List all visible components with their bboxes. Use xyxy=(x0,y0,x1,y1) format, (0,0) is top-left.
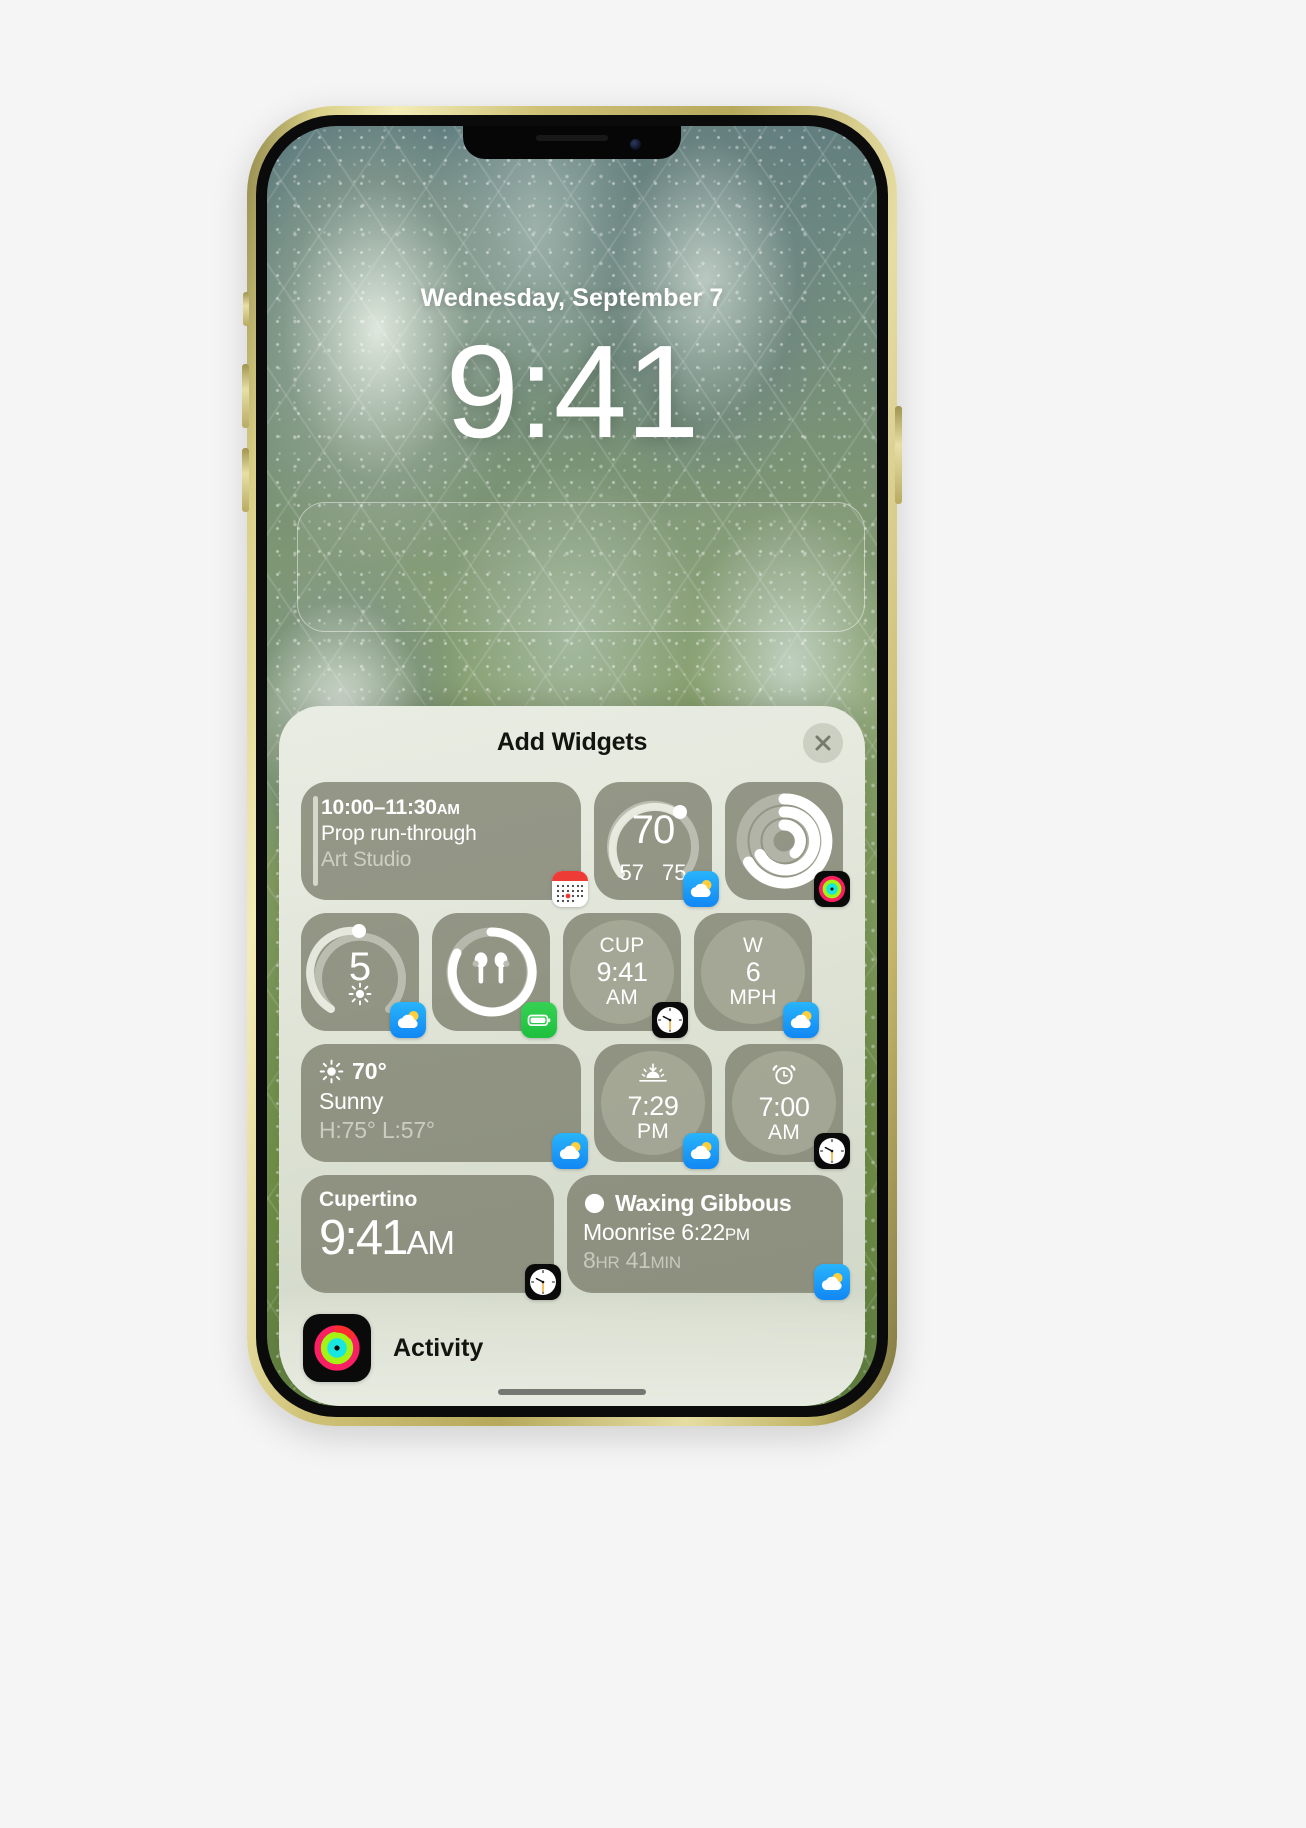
widget-alarm[interactable]: 7:00 AM xyxy=(725,1044,850,1169)
home-indicator[interactable] xyxy=(498,1389,646,1395)
app-name-label: Activity xyxy=(393,1333,484,1362)
cloud-sun-glyph xyxy=(690,880,712,897)
temperature-current: 70 xyxy=(631,808,676,852)
widget-moon-phase[interactable]: Waxing Gibbous Moonrise 6:22PM 8HR 41MIN xyxy=(567,1175,850,1300)
widget-slot-placeholder[interactable] xyxy=(297,502,865,632)
moon-duration-row: 8HR 41MIN xyxy=(583,1247,681,1273)
weather-app-icon xyxy=(683,1133,719,1169)
alarm-clock-glyph xyxy=(772,1065,796,1085)
silent-switch[interactable] xyxy=(243,292,249,326)
weather-temperature-row: 70° xyxy=(319,1058,563,1085)
widget-airpods-battery[interactable] xyxy=(432,913,557,1038)
fitness-rings-glyph xyxy=(314,1325,360,1371)
earpiece-speaker xyxy=(536,135,608,141)
wind-speed: 6 xyxy=(745,956,761,987)
widget-wind[interactable]: W 6 MPH xyxy=(694,913,819,1038)
widget-grid: 10:00–11:30AM Prop run-through Art Studi… xyxy=(301,782,850,1300)
weather-app-icon xyxy=(390,1002,426,1038)
battery-app-icon xyxy=(521,1002,557,1038)
moon-phase-icon xyxy=(584,1193,605,1214)
cloud-sun-glyph xyxy=(821,1273,843,1290)
moon-phase-row: Waxing Gibbous xyxy=(583,1190,843,1217)
weather-high-low: H:75° L:57° xyxy=(319,1117,435,1143)
clock-face-glyph xyxy=(819,1138,845,1164)
calendar-time-range: 10:00–11:30AM xyxy=(321,796,460,819)
sheet-header: Add Widgets xyxy=(279,706,865,780)
alarm-period: AM xyxy=(768,1120,800,1144)
volume-up-button[interactable] xyxy=(242,364,249,428)
fitness-app-icon xyxy=(814,871,850,907)
clock-face-glyph xyxy=(657,1007,683,1033)
clock-app-icon xyxy=(525,1264,561,1300)
widget-activity-rings[interactable] xyxy=(725,782,850,907)
clock-app-icon xyxy=(814,1133,850,1169)
sun-glyph xyxy=(348,982,372,1006)
device-bezel: Wednesday, September 7 9:41 Add Widgets xyxy=(256,115,888,1417)
calendar-app-icon xyxy=(552,871,588,907)
calendar-event-location: Art Studio xyxy=(321,848,412,871)
widget-weather-conditions[interactable]: 70° Sunny H:75° L:57° xyxy=(301,1044,588,1169)
iphone-device-frame: Wednesday, September 7 9:41 Add Widgets xyxy=(242,106,902,1426)
sheet-title: Add Widgets xyxy=(496,728,648,756)
clock-face-glyph xyxy=(530,1269,556,1295)
widget-temperature-gauge[interactable]: 70 57 75 xyxy=(594,782,719,907)
lock-screen-time: 9:41 xyxy=(445,318,700,465)
sunset-glyph xyxy=(639,1063,667,1082)
weather-app-icon xyxy=(814,1264,850,1300)
sun-icon xyxy=(319,1059,344,1084)
add-widgets-sheet: Add Widgets 10:00–11:30AM Prop run-throu… xyxy=(279,706,865,1406)
fitness-app-icon xyxy=(303,1314,371,1382)
calendar-accent-bar xyxy=(313,796,318,886)
weather-app-icon xyxy=(783,1002,819,1038)
weather-condition: Sunny xyxy=(319,1088,384,1114)
sunset-time: 7:29 xyxy=(627,1090,679,1121)
moonrise-row: Moonrise 6:22PM xyxy=(583,1219,750,1245)
cloud-sun-glyph xyxy=(790,1011,812,1028)
volume-down-button[interactable] xyxy=(242,448,249,512)
close-button[interactable] xyxy=(803,723,843,763)
widget-world-clock-large[interactable]: Cupertino 9:41AM xyxy=(301,1175,561,1300)
world-clock-city: Cupertino xyxy=(319,1188,418,1211)
device-notch xyxy=(463,126,681,159)
screenshot-stage: Wednesday, September 7 9:41 Add Widgets xyxy=(0,0,1306,1828)
device-screen: Wednesday, September 7 9:41 Add Widgets xyxy=(267,126,877,1406)
calendar-glyph xyxy=(552,871,588,907)
widget-world-clock-small[interactable]: CUP 9:41 AM xyxy=(563,913,688,1038)
wind-direction: W xyxy=(742,934,764,958)
world-clock-large-time: 9:41AM xyxy=(319,1211,455,1265)
sunset-period: PM xyxy=(637,1119,669,1143)
widget-uv-index[interactable]: 5 xyxy=(301,913,426,1038)
fitness-rings-glyph xyxy=(818,875,846,903)
weather-app-icon xyxy=(552,1133,588,1169)
widget-row: Cupertino 9:41AM Waxing Gibbous Moonrise… xyxy=(301,1175,850,1300)
world-clock-city-abbr: CUP xyxy=(599,934,645,958)
weather-app-icon xyxy=(683,871,719,907)
world-clock-period: AM xyxy=(606,986,638,1010)
clock-app-icon xyxy=(652,1002,688,1038)
widget-row: 5 CUP 9:41 AM W 6 MPH xyxy=(301,913,843,1038)
sunset-icon xyxy=(638,1063,668,1090)
front-camera-icon xyxy=(630,139,641,150)
battery-glyph xyxy=(527,1014,551,1026)
widget-sunset[interactable]: 7:29 PM xyxy=(594,1044,719,1169)
widget-calendar-event[interactable]: 10:00–11:30AM Prop run-through Art Studi… xyxy=(301,782,588,907)
widget-row: 10:00–11:30AM Prop run-through Art Studi… xyxy=(301,782,850,907)
airpods-icon xyxy=(467,951,515,994)
moon-phase-name: Waxing Gibbous xyxy=(615,1190,792,1216)
calendar-event-title: Prop run-through xyxy=(321,822,477,845)
cloud-sun-glyph xyxy=(559,1142,581,1159)
lock-screen-date: Wednesday, September 7 xyxy=(420,284,724,312)
widget-row: 70° Sunny H:75° L:57° 7:29 PM 7:00 AM xyxy=(301,1044,850,1169)
alarm-icon xyxy=(771,1062,797,1091)
world-clock-time: 9:41 xyxy=(596,956,648,987)
weather-temperature: 70° xyxy=(352,1058,387,1084)
cloud-sun-glyph xyxy=(397,1011,419,1028)
temperature-low: 57 xyxy=(619,860,644,885)
side-power-button[interactable] xyxy=(895,406,902,504)
airpods-glyph xyxy=(472,952,510,984)
wind-unit: MPH xyxy=(729,986,777,1010)
cloud-sun-glyph xyxy=(690,1142,712,1159)
close-icon xyxy=(815,735,831,751)
alarm-time: 7:00 xyxy=(758,1091,810,1122)
